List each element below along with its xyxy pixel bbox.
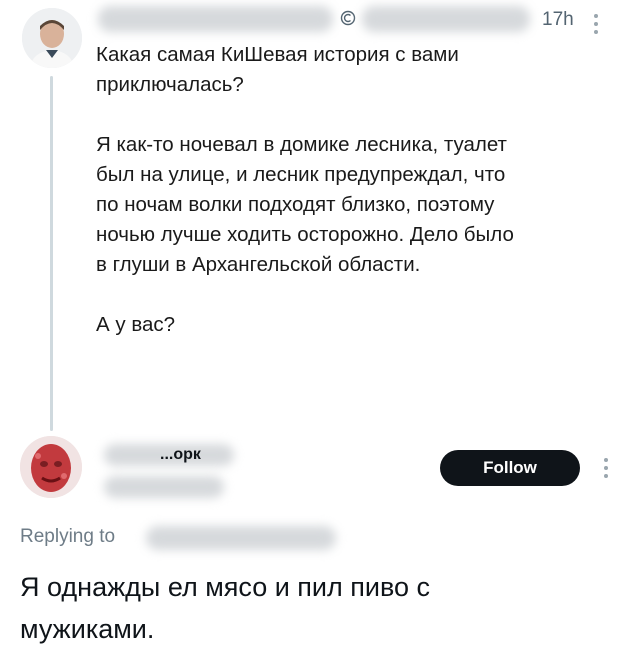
censored-display-name bbox=[98, 6, 333, 32]
reply-username-fragment: ...opк bbox=[160, 446, 201, 463]
verified-badge-icon bbox=[340, 10, 356, 26]
reply-author-avatar[interactable] bbox=[20, 436, 82, 498]
censored-reply-handle bbox=[104, 476, 224, 498]
avatar-man-photo bbox=[22, 8, 82, 68]
post-timestamp[interactable]: 17h bbox=[542, 9, 574, 31]
original-post-text: Какая самая КиШевая история с вами прикл… bbox=[96, 43, 514, 336]
avatar-red-face bbox=[20, 436, 82, 498]
thread-connector-line bbox=[50, 76, 53, 431]
censored-handle bbox=[362, 6, 530, 32]
reply-text: Я однажды ел мясо и пил пиво с мужиками. bbox=[20, 572, 431, 644]
more-options-icon[interactable] bbox=[594, 14, 600, 38]
replying-to-label: Replying to bbox=[20, 526, 116, 547]
more-options-icon[interactable] bbox=[604, 458, 610, 482]
original-poster-avatar[interactable] bbox=[22, 8, 82, 68]
follow-button[interactable]: Follow bbox=[440, 450, 580, 486]
censored-replying-to-handle[interactable] bbox=[146, 526, 336, 550]
